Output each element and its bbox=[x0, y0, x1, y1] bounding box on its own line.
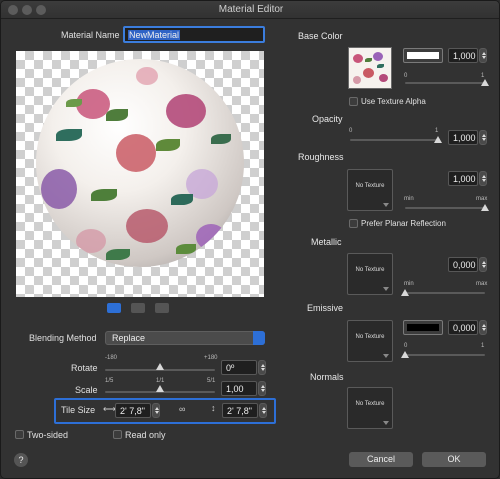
emissive-texture-label: No Texture bbox=[355, 334, 385, 340]
material-editor-window: Material Editor Material Name NewMateria… bbox=[0, 0, 500, 479]
tile-size-label: Tile Size bbox=[61, 405, 96, 415]
roughness-slider-knob[interactable] bbox=[481, 204, 489, 211]
material-name-input[interactable]: NewMaterial bbox=[123, 26, 265, 43]
width-arrows-icon: ⟷ bbox=[103, 404, 116, 414]
roughness-texture-label: No Texture bbox=[355, 183, 385, 189]
scale-left-label: 1/5 bbox=[105, 378, 114, 384]
metallic-title: Metallic bbox=[311, 237, 342, 247]
roughness-title: Roughness bbox=[298, 152, 344, 162]
base-color-swatch bbox=[407, 52, 439, 59]
emissive-color-swatch-button[interactable] bbox=[403, 320, 443, 335]
base-color-stepper[interactable] bbox=[479, 48, 487, 63]
material-sphere bbox=[36, 59, 244, 267]
opacity-min-label: 0 bbox=[349, 128, 353, 134]
read-only-label: Read only bbox=[125, 430, 166, 440]
read-only-checkbox[interactable] bbox=[113, 430, 122, 439]
roughness-max-label: max bbox=[476, 196, 488, 202]
use-texture-alpha-checkbox[interactable] bbox=[349, 97, 358, 106]
ok-button[interactable]: OK bbox=[422, 452, 486, 467]
height-arrows-icon: ↕ bbox=[211, 403, 216, 413]
emissive-max-label: 1 bbox=[481, 343, 485, 349]
rotate-slider-knob[interactable] bbox=[156, 363, 164, 370]
roughness-stepper[interactable] bbox=[479, 171, 487, 186]
emissive-color-swatch bbox=[407, 324, 439, 331]
emissive-texture-well[interactable]: No Texture bbox=[347, 320, 393, 362]
cancel-button[interactable]: Cancel bbox=[349, 452, 413, 467]
scale-slider-knob[interactable] bbox=[156, 385, 164, 392]
metallic-max-label: max bbox=[476, 281, 488, 287]
use-texture-alpha-label: Use Texture Alpha bbox=[361, 97, 426, 106]
tile-width-input[interactable]: 2' 7,8" bbox=[115, 403, 151, 418]
material-name-value: NewMaterial bbox=[128, 30, 181, 40]
roughness-min-label: min bbox=[404, 196, 414, 202]
rotate-stepper[interactable] bbox=[258, 360, 266, 375]
rotate-max-label: +180 bbox=[204, 355, 218, 361]
metallic-value-input[interactable]: 0,000 bbox=[448, 257, 478, 272]
two-sided-label: Two-sided bbox=[27, 430, 69, 440]
roughness-slider[interactable] bbox=[405, 207, 485, 209]
metallic-texture-label: No Texture bbox=[355, 267, 385, 273]
base-color-slider[interactable] bbox=[405, 82, 485, 84]
scale-stepper[interactable] bbox=[258, 381, 266, 396]
opacity-value-input[interactable]: 1,000 bbox=[448, 130, 478, 145]
chevron-down-icon bbox=[383, 203, 389, 207]
plane-preview-button[interactable] bbox=[155, 303, 169, 313]
emissive-value-input[interactable]: 0,000 bbox=[448, 320, 478, 335]
base-color-min-label: 0 bbox=[404, 73, 408, 79]
tile-width-stepper[interactable] bbox=[152, 403, 160, 418]
scale-mid-label: 1/1 bbox=[156, 378, 165, 384]
prefer-planar-reflection-checkbox[interactable] bbox=[349, 219, 358, 228]
metallic-min-label: min bbox=[404, 281, 414, 287]
chevron-down-icon bbox=[383, 354, 389, 358]
base-color-slider-knob[interactable] bbox=[481, 79, 489, 86]
base-color-swatch-button[interactable] bbox=[403, 48, 443, 63]
prefer-planar-reflection-label: Prefer Planar Reflection bbox=[361, 219, 446, 228]
base-color-title: Base Color bbox=[298, 31, 343, 41]
material-preview bbox=[16, 51, 264, 297]
opacity-slider[interactable] bbox=[350, 139, 438, 141]
roughness-value-input[interactable]: 1,000 bbox=[448, 171, 478, 186]
emissive-slider[interactable] bbox=[405, 354, 485, 356]
opacity-title: Opacity bbox=[312, 114, 343, 124]
metallic-texture-well[interactable]: No Texture bbox=[347, 253, 393, 295]
metallic-slider-knob[interactable] bbox=[401, 289, 409, 296]
scale-input[interactable]: 1,00 bbox=[221, 381, 257, 396]
tile-height-input[interactable]: 2' 7,8" bbox=[222, 403, 258, 418]
tile-height-stepper[interactable] bbox=[259, 403, 267, 418]
opacity-slider-knob[interactable] bbox=[434, 136, 442, 143]
help-button[interactable]: ? bbox=[14, 453, 28, 467]
material-name-label: Material Name bbox=[61, 30, 120, 40]
opacity-max-label: 1 bbox=[435, 128, 439, 134]
opacity-stepper[interactable] bbox=[479, 130, 487, 145]
title-bar: Material Editor bbox=[1, 1, 499, 19]
scale-right-label: 5/1 bbox=[207, 378, 216, 384]
two-sided-checkbox[interactable] bbox=[15, 430, 24, 439]
base-color-texture-thumbnail[interactable] bbox=[348, 47, 392, 89]
normals-texture-label: No Texture bbox=[355, 401, 385, 407]
blending-method-select[interactable]: Replace bbox=[105, 331, 265, 345]
rotate-input[interactable]: 0º bbox=[221, 360, 257, 375]
normals-texture-well[interactable]: No Texture bbox=[347, 387, 393, 429]
rotate-label: Rotate bbox=[71, 363, 98, 373]
base-color-value-input[interactable]: 1,000 bbox=[448, 48, 478, 63]
link-chain-icon[interactable]: ∞ bbox=[179, 404, 185, 414]
scale-label: Scale bbox=[75, 385, 98, 395]
window-title: Material Editor bbox=[218, 4, 284, 15]
sphere-preview-button[interactable] bbox=[107, 303, 121, 313]
rotate-min-label: -180 bbox=[105, 355, 118, 361]
roughness-texture-well[interactable]: No Texture bbox=[347, 169, 393, 211]
normals-title: Normals bbox=[310, 372, 344, 382]
emissive-title: Emissive bbox=[307, 303, 344, 313]
emissive-slider-knob[interactable] bbox=[401, 351, 409, 358]
chevron-down-icon bbox=[383, 287, 389, 291]
blending-method-value: Replace bbox=[112, 333, 146, 343]
emissive-stepper[interactable] bbox=[479, 320, 487, 335]
chevron-down-icon bbox=[383, 421, 389, 425]
emissive-min-label: 0 bbox=[404, 343, 408, 349]
metallic-stepper[interactable] bbox=[479, 257, 487, 272]
cube-preview-button[interactable] bbox=[131, 303, 145, 313]
blending-method-label: Blending Method bbox=[29, 333, 97, 343]
chevron-updown-icon bbox=[253, 331, 265, 345]
metallic-slider[interactable] bbox=[405, 292, 485, 294]
